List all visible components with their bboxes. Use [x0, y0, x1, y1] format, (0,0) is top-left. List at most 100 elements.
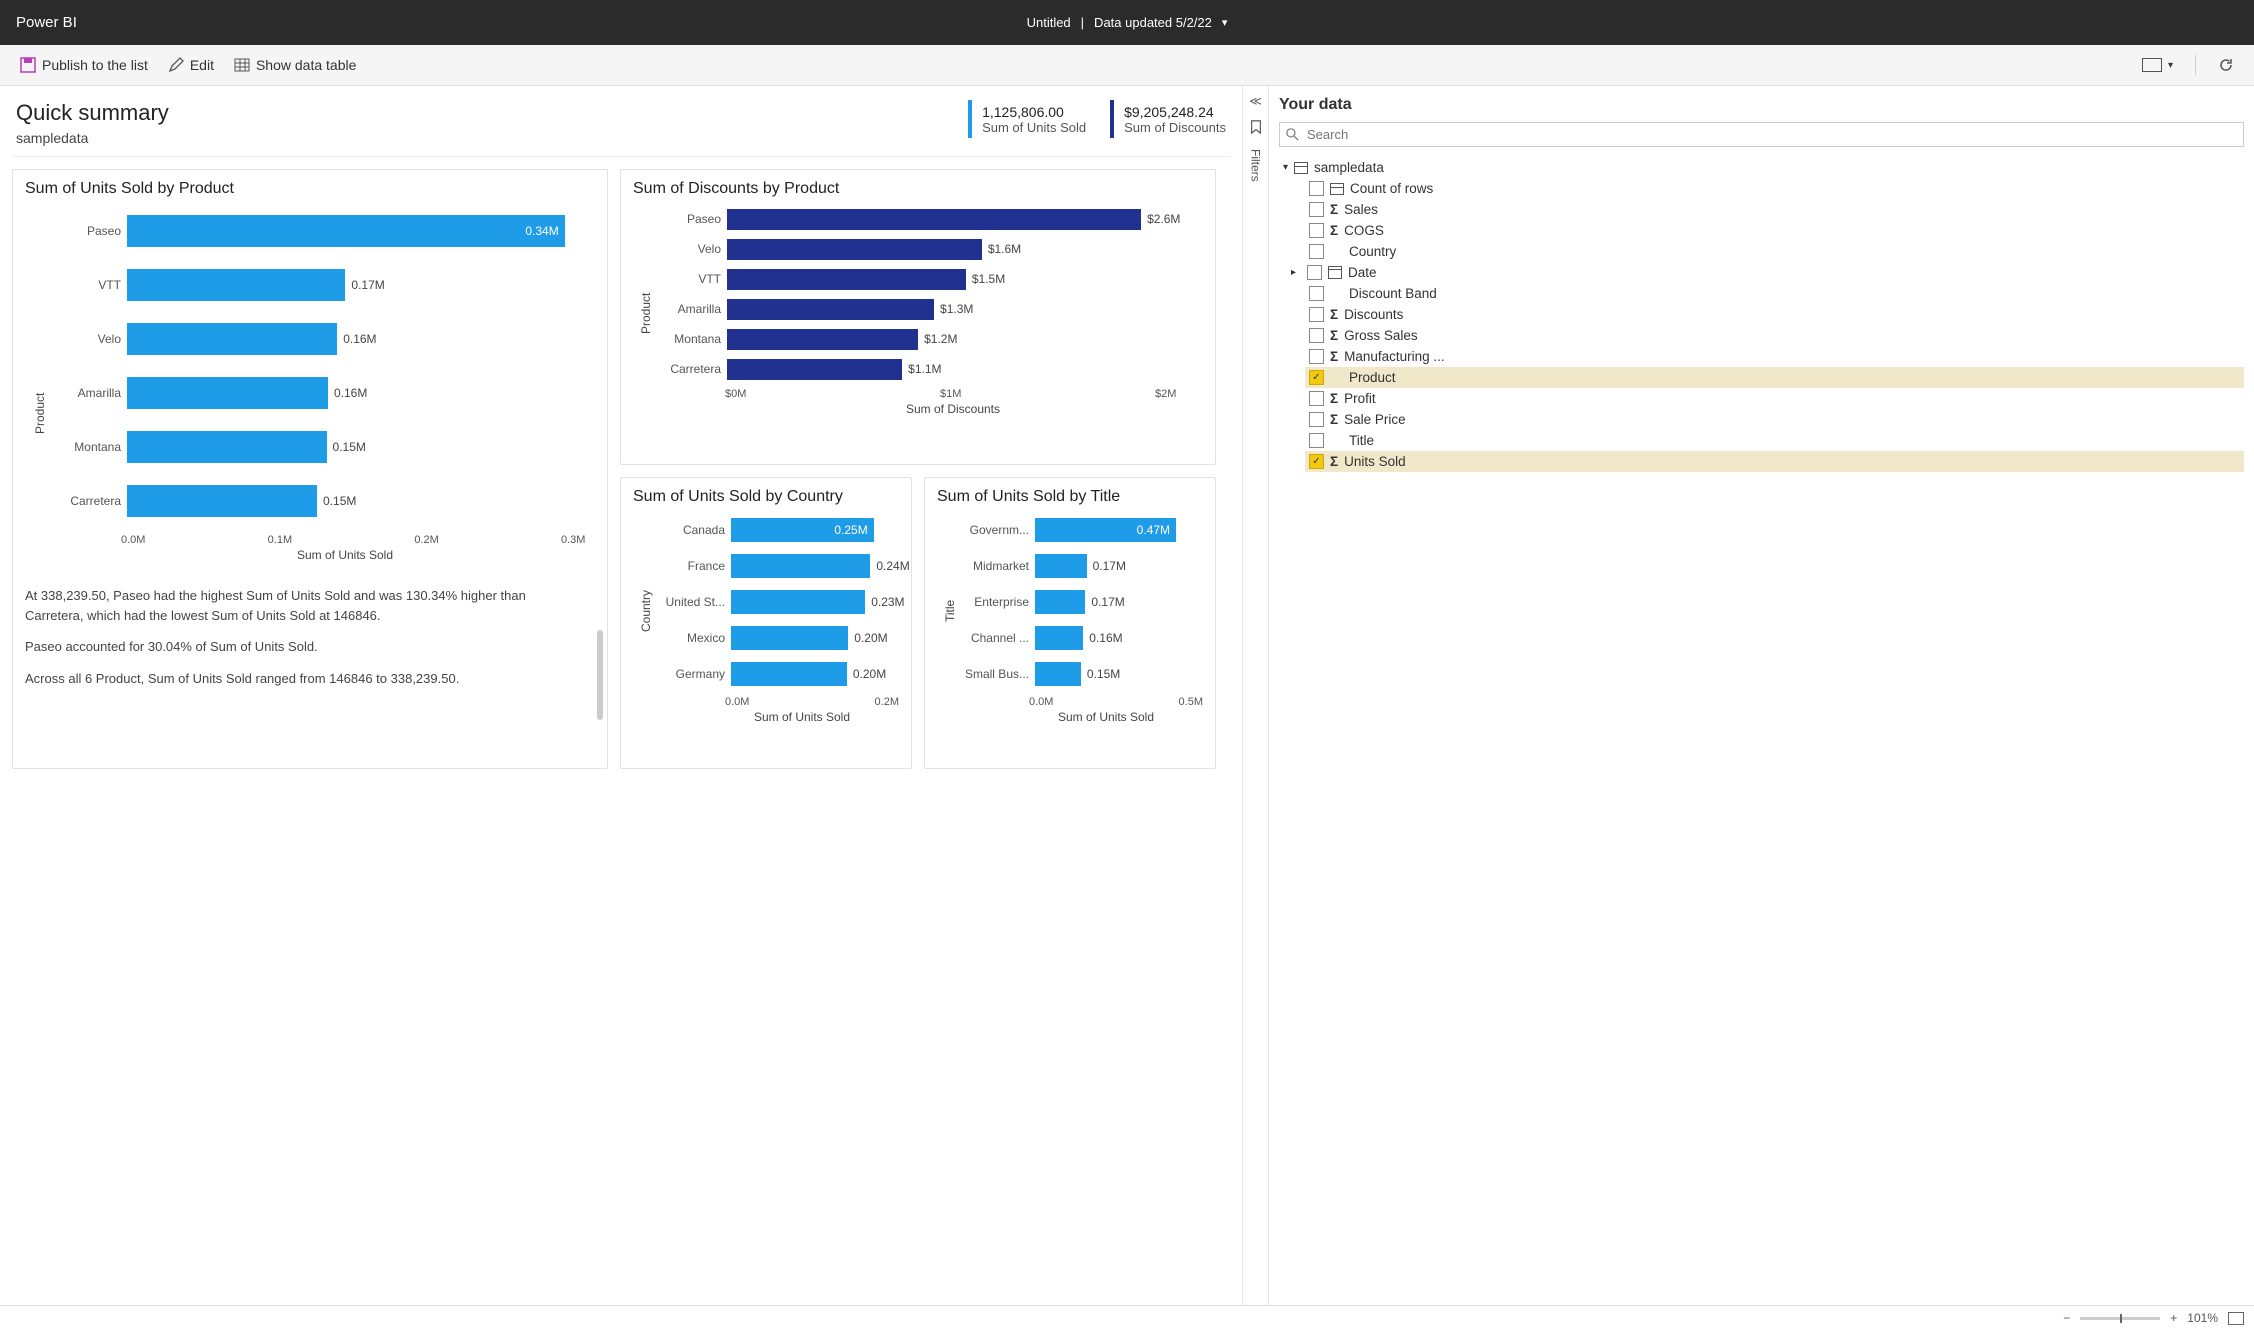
doc-title[interactable]: Untitled — [1027, 15, 1071, 30]
bar-midmarket[interactable]: Midmarket0.17M — [957, 548, 1203, 584]
pencil-icon — [168, 57, 184, 73]
bar-montana[interactable]: Montana$1.2M — [655, 324, 1203, 354]
bar-united-st-[interactable]: United St...0.23M — [653, 584, 899, 620]
bar-governm-[interactable]: Governm...0.47M — [957, 512, 1203, 548]
fit-to-page-icon[interactable] — [2228, 1312, 2244, 1325]
table-icon — [1294, 162, 1308, 174]
x-axis-label: Sum of Units Sold — [1009, 710, 1203, 724]
show-data-table-button[interactable]: Show data table — [224, 53, 366, 77]
bar-enterprise[interactable]: Enterprise0.17M — [957, 584, 1203, 620]
y-axis-label: Product — [33, 393, 47, 434]
field-count-of-rows[interactable]: Count of rows — [1305, 178, 2244, 199]
table-icon — [234, 57, 250, 73]
chart-units-by-title[interactable]: Sum of Units Sold by Title Title Governm… — [924, 477, 1216, 769]
bar-paseo[interactable]: Paseo$2.6M — [655, 204, 1203, 234]
scrollbar-thumb[interactable] — [597, 630, 603, 720]
panel-title: Your data — [1279, 96, 2244, 114]
x-axis-label: Sum of Units Sold — [95, 548, 595, 562]
bar-carretera[interactable]: Carretera0.15M — [51, 474, 595, 528]
bar-amarilla[interactable]: Amarilla$1.3M — [655, 294, 1203, 324]
brand-label: Power BI — [16, 14, 77, 31]
refresh-button[interactable] — [2208, 53, 2244, 77]
kpi-discounts: $9,205,248.24 Sum of Discounts — [1110, 100, 1226, 138]
layout-dropdown[interactable]: ▾ — [2132, 54, 2183, 76]
zoom-slider[interactable] — [2080, 1317, 2160, 1320]
zoom-in-button[interactable]: + — [2170, 1311, 2177, 1325]
bar-amarilla[interactable]: Amarilla0.16M — [51, 366, 595, 420]
collapse-icon[interactable]: ≪ — [1249, 94, 1262, 108]
chart-units-by-product[interactable]: Sum of Units Sold by Product Product Pas… — [12, 169, 608, 769]
bar-canada[interactable]: Canada0.25M — [653, 512, 899, 548]
sigma-icon: Σ — [1330, 202, 1338, 217]
dataset-node[interactable]: ▾ sampledata — [1279, 157, 2244, 178]
y-axis-label: Title — [943, 600, 957, 622]
dataset-subtitle: sampledata — [16, 130, 944, 146]
filters-tab[interactable]: Filters — [1249, 149, 1263, 182]
field-title[interactable]: Title — [1305, 430, 2244, 451]
x-axis-label: Sum of Units Sold — [705, 710, 899, 724]
chevron-down-icon[interactable]: ▾ — [1222, 16, 1228, 29]
field-units-sold[interactable]: ΣUnits Sold — [1305, 451, 2244, 472]
field-sale-price[interactable]: ΣSale Price — [1305, 409, 2244, 430]
app-topbar: Power BI Untitled | Data updated 5/2/22 … — [0, 0, 2254, 45]
field-sales[interactable]: ΣSales — [1305, 199, 2244, 220]
field-discounts[interactable]: ΣDiscounts — [1305, 304, 2244, 325]
chevron-right-icon: ▸ — [1291, 267, 1301, 278]
your-data-panel: Your data ▾ sampledata Count of rows ΣSa… — [1268, 86, 2254, 1305]
bookmark-icon[interactable] — [1249, 120, 1263, 137]
sigma-icon: Σ — [1330, 349, 1338, 364]
field-product[interactable]: Product — [1305, 367, 2244, 388]
chevron-down-icon: ▾ — [1283, 162, 1288, 173]
sigma-icon: Σ — [1330, 223, 1338, 238]
kpi-units-sold: 1,125,806.00 Sum of Units Sold — [968, 100, 1086, 138]
sigma-icon: Σ — [1330, 307, 1338, 322]
chevron-down-icon: ▾ — [2168, 60, 2173, 71]
field-country[interactable]: Country — [1305, 241, 2244, 262]
bar-france[interactable]: France0.24M — [653, 548, 899, 584]
edit-button[interactable]: Edit — [158, 53, 224, 77]
bar-paseo[interactable]: Paseo0.34M — [51, 204, 595, 258]
field-profit[interactable]: ΣProfit — [1305, 388, 2244, 409]
field-date[interactable]: ▸Date — [1291, 262, 2244, 283]
bar-channel-[interactable]: Channel ...0.16M — [957, 620, 1203, 656]
sigma-icon: Σ — [1330, 412, 1338, 427]
bar-velo[interactable]: Velo$1.6M — [655, 234, 1203, 264]
sigma-icon: Σ — [1330, 328, 1338, 343]
status-bar: − + 101% — [0, 1305, 2254, 1328]
chart-discounts-by-product[interactable]: Sum of Discounts by Product Product Pase… — [620, 169, 1216, 465]
side-rail: ≪ Filters — [1242, 86, 1268, 1305]
bar-montana[interactable]: Montana0.15M — [51, 420, 595, 474]
table-icon — [1330, 183, 1344, 195]
field-discount-band[interactable]: Discount Band — [1305, 283, 2244, 304]
refresh-icon — [2218, 57, 2234, 73]
sigma-icon: Σ — [1330, 391, 1338, 406]
calendar-icon — [1328, 266, 1342, 279]
zoom-level: 101% — [2187, 1311, 2218, 1325]
x-axis-label: Sum of Discounts — [703, 402, 1203, 416]
field-gross-sales[interactable]: ΣGross Sales — [1305, 325, 2244, 346]
save-icon — [20, 57, 36, 73]
bar-vtt[interactable]: VTT0.17M — [51, 258, 595, 312]
search-icon — [1286, 128, 1299, 141]
bar-germany[interactable]: Germany0.20M — [653, 656, 899, 692]
field-cogs[interactable]: ΣCOGS — [1305, 220, 2244, 241]
y-axis-label: Product — [639, 293, 653, 334]
zoom-out-button[interactable]: − — [2063, 1311, 2070, 1325]
chart-units-by-country[interactable]: Sum of Units Sold by Country Country Can… — [620, 477, 912, 769]
search-input[interactable] — [1279, 122, 2244, 147]
publish-button[interactable]: Publish to the list — [10, 53, 158, 77]
toolbar: Publish to the list Edit Show data table… — [0, 45, 2254, 86]
sigma-icon: Σ — [1330, 454, 1338, 469]
doc-data-updated[interactable]: Data updated 5/2/22 — [1094, 15, 1212, 30]
bar-carretera[interactable]: Carretera$1.1M — [655, 354, 1203, 384]
summary-header: Quick summary sampledata 1,125,806.00 Su… — [12, 96, 1230, 157]
field-manufacturing[interactable]: ΣManufacturing ... — [1305, 346, 2244, 367]
page-title: Quick summary — [16, 100, 944, 126]
bar-small-bus-[interactable]: Small Bus...0.15M — [957, 656, 1203, 692]
bar-vtt[interactable]: VTT$1.5M — [655, 264, 1203, 294]
bar-mexico[interactable]: Mexico0.20M — [653, 620, 899, 656]
rectangle-icon — [2142, 58, 2162, 72]
bar-velo[interactable]: Velo0.16M — [51, 312, 595, 366]
y-axis-label: Country — [639, 590, 653, 632]
insights-text: At 338,239.50, Paseo had the highest Sum… — [25, 586, 595, 688]
